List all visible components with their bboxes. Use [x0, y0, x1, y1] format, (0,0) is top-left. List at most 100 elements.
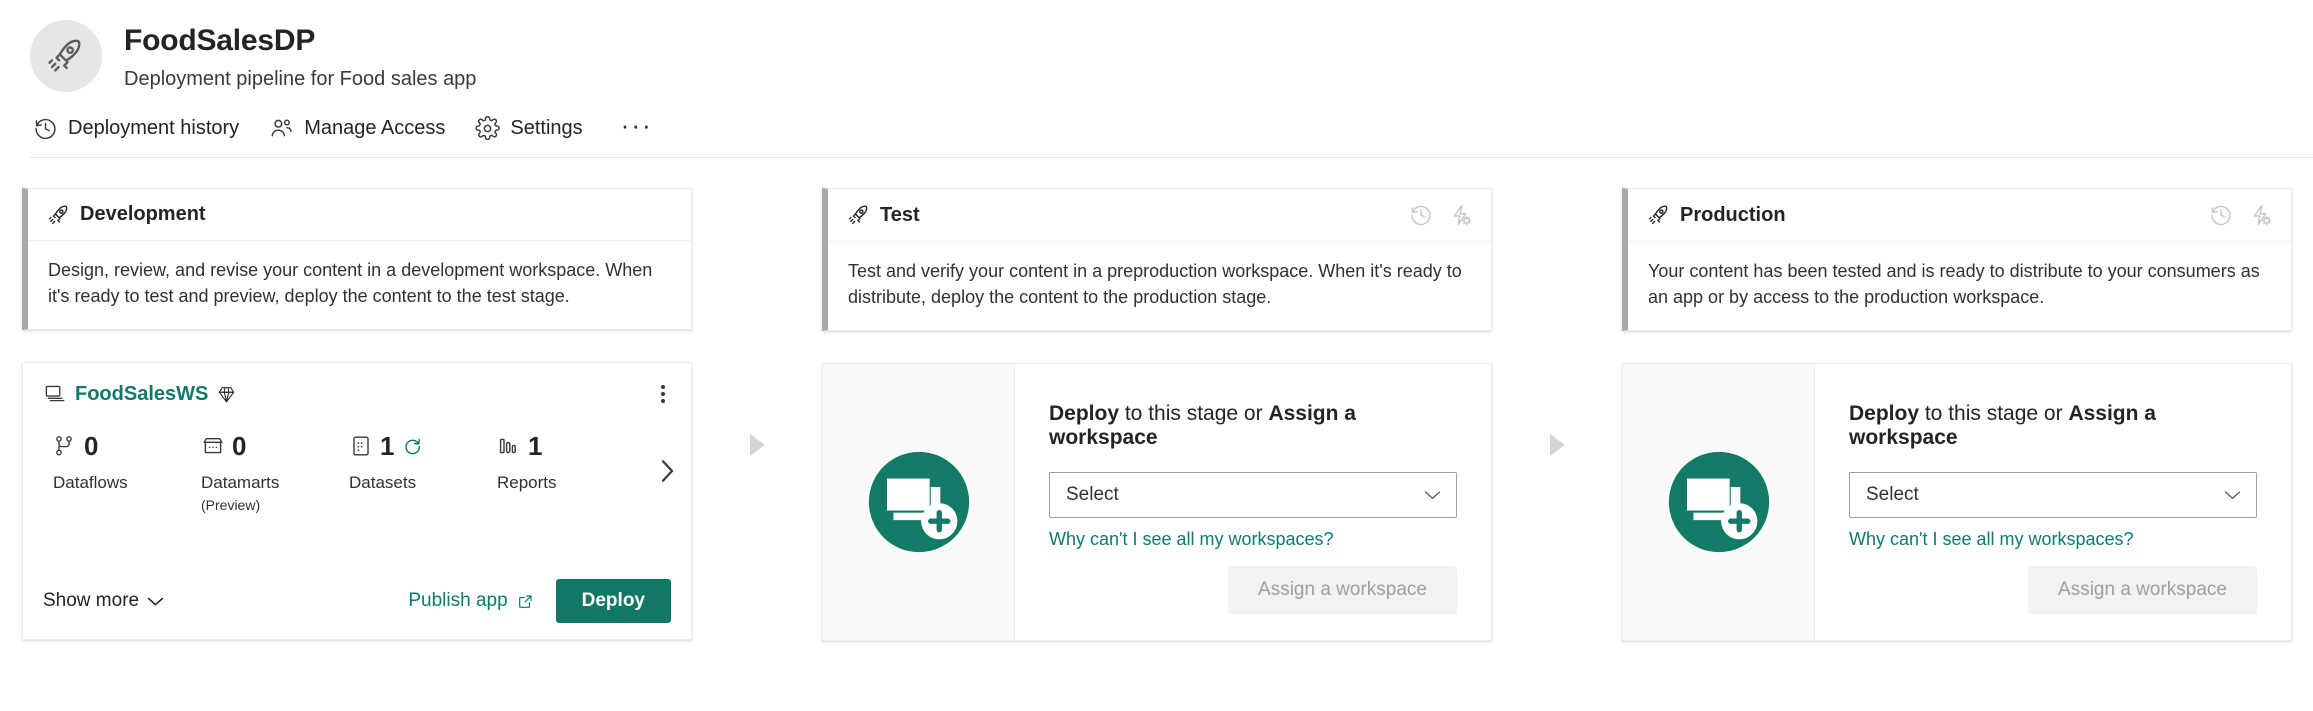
page-title: FoodSalesDP	[124, 24, 316, 57]
publish-app-label: Publish app	[408, 590, 508, 611]
pipeline-stages: Development Design, review, and revise y…	[0, 158, 2313, 641]
datamart-icon	[203, 438, 223, 454]
workspace-select-test[interactable]: Select	[1049, 472, 1457, 518]
chevron-right-icon	[661, 459, 674, 482]
metric-sublabel: (Preview)	[201, 497, 261, 513]
assign-workspace-row: Assign a workspace	[1849, 566, 2257, 614]
empty-stage-test: Deploy to this stage or Assign a workspa…	[822, 363, 1492, 641]
premium-diamond-icon	[219, 386, 235, 402]
workspace-select-value: Select	[1866, 484, 1919, 505]
publish-app-button[interactable]: Publish app	[408, 590, 533, 612]
metric-datamarts[interactable]: 0 Datamarts (Preview)	[201, 433, 349, 513]
metric-dataflows[interactable]: 0 Dataflows	[53, 433, 201, 493]
workspace-metrics: 0 Dataflows 0 Datamarts (Preview) 1 Data…	[43, 433, 674, 513]
stage-name-development: Development	[80, 203, 206, 225]
people-icon	[271, 119, 292, 137]
stage-description-production: Your content has been tested and is read…	[1648, 261, 2260, 307]
empty-stage-content-test: Deploy to this stage or Assign a workspa…	[1015, 364, 1491, 640]
command-bar: Deployment history Manage Access Setting…	[30, 112, 2313, 158]
stage-card-development: Development Design, review, and revise y…	[22, 188, 692, 330]
stage-card-test: Test Test and verify your content in a p…	[822, 188, 1492, 331]
deployment-history-icon[interactable]	[1409, 203, 1433, 227]
more-options-icon	[661, 385, 665, 389]
empty-stage-title: Deploy to this stage or Assign a workspa…	[1849, 402, 2257, 450]
stage-column-test: Test Test and verify your content in a p…	[822, 188, 1492, 641]
deployment-history-label: Deployment history	[68, 117, 240, 139]
settings-label: Settings	[510, 117, 583, 139]
title-text: FoodSalesDP Deployment pipeline for Food…	[124, 20, 476, 92]
stage-name-test: Test	[880, 203, 920, 226]
metric-datasets[interactable]: 1 Datasets	[349, 433, 497, 493]
chevron-down-icon	[2224, 491, 2241, 500]
dataflow-icon	[56, 436, 72, 456]
stage-column-development: Development Design, review, and revise y…	[22, 188, 692, 640]
show-more-label: Show more	[43, 590, 140, 611]
metrics-next-button[interactable]	[645, 448, 682, 499]
deployment-history-button[interactable]: Deployment history	[33, 114, 255, 143]
manage-access-label: Manage Access	[304, 117, 446, 139]
metric-value: 0	[84, 431, 99, 461]
title-row: FoodSalesDP Deployment pipeline for Food…	[30, 20, 2313, 92]
stage-connector-1	[692, 188, 822, 641]
avatar	[30, 20, 102, 92]
workspace-icon	[45, 385, 65, 401]
why-cant-i-see-workspaces-link[interactable]: Why can't I see all my workspaces?	[1849, 529, 2257, 550]
page-header: FoodSalesDP Deployment pipeline for Food…	[0, 0, 2313, 158]
deploy-button[interactable]: Deploy	[555, 579, 671, 623]
stage-header-test: Test	[828, 189, 1491, 242]
stage-arrow-icon	[1549, 433, 1565, 456]
deployment-rules-icon[interactable]	[1449, 203, 1473, 227]
metric-value: 1	[528, 431, 543, 461]
more-commands-button[interactable]: ···	[613, 112, 661, 140]
deployment-history-icon[interactable]	[2209, 203, 2233, 227]
show-more-button[interactable]: Show more	[43, 590, 164, 612]
workspace-footer: Show more Publish app Deploy	[43, 561, 671, 623]
manage-access-button[interactable]: Manage Access	[269, 114, 461, 143]
page-subtitle: Deployment pipeline for Food sales app	[124, 68, 477, 90]
refresh-icon	[405, 438, 421, 454]
empty-stage-title-mid: to this stage or	[1119, 402, 1269, 425]
deployment-rules-icon[interactable]	[2249, 203, 2273, 227]
history-icon	[35, 118, 56, 140]
chevron-down-icon	[148, 597, 164, 605]
empty-stage-title: Deploy to this stage or Assign a workspa…	[1049, 402, 1457, 450]
workspace-select-production[interactable]: Select	[1849, 472, 2257, 518]
add-workspace-illustration	[1668, 451, 1769, 553]
why-cant-i-see-workspaces-link[interactable]: Why can't I see all my workspaces?	[1049, 529, 1457, 550]
empty-stage-title-lead: Deploy	[1049, 402, 1120, 425]
dataset-icon	[353, 436, 369, 456]
stage-header-development: Development	[28, 189, 691, 241]
stage-connector-2	[1492, 188, 1622, 641]
gear-icon	[475, 116, 501, 141]
stage-header-production: Production	[1628, 189, 2291, 242]
external-link-icon	[518, 594, 532, 608]
metric-label: Dataflows	[53, 473, 128, 492]
stage-description-test: Test and verify your content in a prepro…	[848, 261, 1462, 307]
chevron-down-icon	[1424, 491, 1441, 500]
empty-stage-title-lead: Deploy	[1849, 402, 1920, 425]
report-icon	[499, 438, 516, 454]
empty-stage-illustration-container	[823, 364, 1015, 640]
empty-stage-illustration-container	[1623, 364, 1815, 640]
empty-stage-production: Deploy to this stage or Assign a workspa…	[1622, 363, 2292, 641]
stage-description-development: Design, review, and revise your content …	[48, 260, 653, 306]
stage-arrow-icon	[749, 433, 765, 456]
workspace-name-link[interactable]: FoodSalesWS	[75, 383, 208, 406]
workspace-footer-actions: Publish app Deploy	[408, 579, 671, 623]
stage-card-production: Production Your content has been tested …	[1622, 188, 2292, 331]
workspace-header: FoodSalesWS	[43, 381, 671, 407]
metric-label: Datasets	[349, 473, 417, 492]
stage-name-production: Production	[1680, 203, 1786, 226]
metric-value: 0	[232, 431, 247, 461]
rocket-icon	[48, 205, 68, 224]
metric-reports[interactable]: 1 Reports	[497, 433, 645, 493]
rocket-icon	[848, 205, 868, 225]
workspace-more-options-button[interactable]	[655, 381, 671, 407]
settings-button[interactable]: Settings	[475, 114, 598, 143]
assign-workspace-button[interactable]: Assign a workspace	[2028, 566, 2257, 614]
workspace-select-value: Select	[1066, 484, 1119, 505]
assign-workspace-row: Assign a workspace	[1049, 566, 1457, 614]
stage-header-actions-test	[1409, 203, 1473, 227]
assign-workspace-button[interactable]: Assign a workspace	[1228, 566, 1457, 614]
add-workspace-illustration	[868, 451, 969, 553]
